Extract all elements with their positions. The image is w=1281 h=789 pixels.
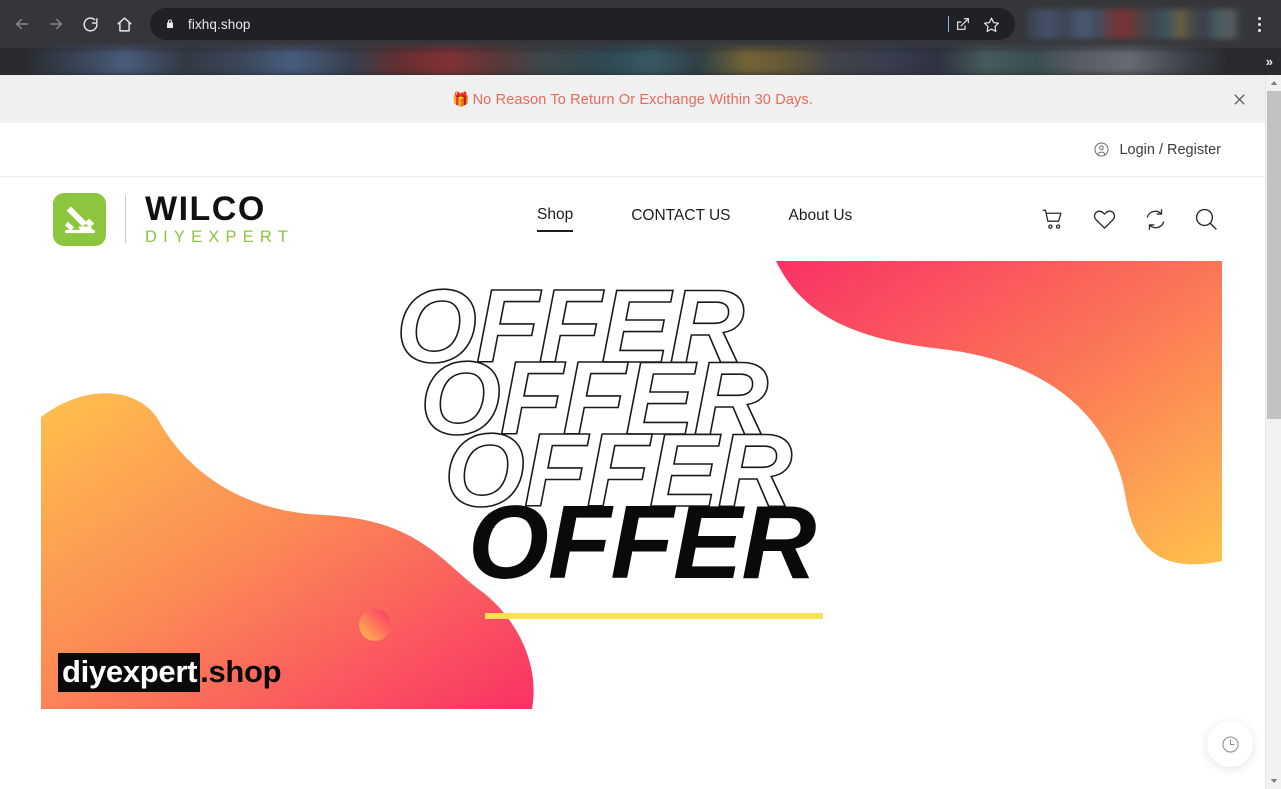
main-navigation: Shop CONTACT US About Us bbox=[537, 206, 852, 232]
offer-underline-bar bbox=[485, 613, 823, 619]
hero-brand-name: diyexpert bbox=[58, 653, 201, 693]
forward-arrow-icon bbox=[50, 18, 62, 30]
site-logo[interactable]: WILCO DIYEXPERT bbox=[53, 189, 295, 247]
forward-button[interactable] bbox=[40, 8, 72, 40]
browser-toolbar: fixhq.shop bbox=[0, 0, 1281, 48]
page-viewport: 🎁 No Reason To Return Or Exchange Within … bbox=[0, 75, 1281, 789]
login-register-link[interactable]: Login / Register bbox=[1093, 141, 1221, 158]
offer-word-4: OFFER bbox=[468, 485, 816, 601]
close-icon bbox=[1234, 94, 1244, 104]
promo-message: No Reason To Return Or Exchange Within 3… bbox=[472, 91, 814, 108]
search-button[interactable] bbox=[1191, 204, 1221, 234]
bookmarks-blurred bbox=[30, 48, 1225, 75]
extensions-area-blurred bbox=[1027, 9, 1239, 39]
website-content: 🎁 No Reason To Return Or Exchange Within … bbox=[0, 75, 1265, 789]
cart-button[interactable] bbox=[1038, 204, 1068, 234]
promo-banner-text: 🎁 No Reason To Return Or Exchange Within … bbox=[452, 91, 813, 108]
site-header: WILCO DIYEXPERT Shop CONTACT US About Us bbox=[0, 177, 1265, 261]
home-icon bbox=[116, 16, 132, 32]
clock-history-icon bbox=[1221, 735, 1239, 753]
promo-banner: 🎁 No Reason To Return Or Exchange Within … bbox=[0, 75, 1265, 123]
account-bar: Login / Register bbox=[0, 123, 1265, 177]
scrollbar-up-arrow[interactable] bbox=[1266, 75, 1281, 91]
wishlist-button[interactable] bbox=[1089, 204, 1119, 234]
bookmarks-bar: » bbox=[0, 48, 1281, 75]
hero-section-wrapper: OFFER OFFER OFFER OFFER diyexpert.shop bbox=[0, 261, 1265, 709]
logo-mark-excavator-icon bbox=[53, 192, 106, 246]
reload-button[interactable] bbox=[74, 8, 106, 40]
bookmarks-overflow-button[interactable]: » bbox=[1266, 48, 1273, 75]
compare-refresh-icon bbox=[1146, 208, 1164, 230]
header-icon-group bbox=[1038, 204, 1221, 234]
hero-brand-tag: diyexpert.shop bbox=[58, 652, 282, 693]
cart-icon bbox=[1042, 209, 1062, 229]
gift-icon: 🎁 bbox=[451, 90, 470, 107]
recently-viewed-button[interactable] bbox=[1207, 721, 1253, 767]
logo-wordmark: WILCO DIYEXPERT bbox=[145, 189, 295, 247]
search-icon bbox=[1195, 208, 1217, 230]
browser-chrome: fixhq.shop » bbox=[0, 0, 1281, 75]
compare-button[interactable] bbox=[1140, 204, 1170, 234]
home-button[interactable] bbox=[108, 8, 140, 40]
promo-close-button[interactable] bbox=[1227, 87, 1251, 111]
heart-icon bbox=[1093, 210, 1115, 229]
share-icon[interactable] bbox=[949, 10, 977, 38]
nav-item-contact-us[interactable]: CONTACT US bbox=[631, 207, 730, 231]
logo-brand-name: WILCO bbox=[145, 189, 266, 228]
lock-icon bbox=[164, 18, 176, 30]
page-scrollbar[interactable] bbox=[1265, 75, 1281, 789]
bookmark-star-icon[interactable] bbox=[977, 10, 1005, 38]
hero-banner[interactable]: OFFER OFFER OFFER OFFER diyexpert.shop bbox=[41, 261, 1222, 709]
nav-item-shop[interactable]: Shop bbox=[537, 206, 574, 232]
logo-tagline: DIYEXPERT bbox=[145, 228, 295, 247]
address-bar[interactable]: fixhq.shop bbox=[150, 8, 1015, 40]
user-account-icon bbox=[1094, 142, 1109, 157]
back-button[interactable] bbox=[6, 8, 38, 40]
scrollbar-thumb[interactable] bbox=[1267, 91, 1281, 419]
logo-divider bbox=[125, 195, 126, 243]
hero-brand-domain: .shop bbox=[200, 654, 282, 690]
login-register-label: Login / Register bbox=[1119, 141, 1221, 158]
address-bar-text: fixhq.shop bbox=[188, 16, 251, 32]
scrollbar-down-arrow[interactable] bbox=[1266, 773, 1281, 789]
browser-menu-button[interactable] bbox=[1245, 8, 1273, 40]
offer-text-stack: OFFER OFFER OFFER OFFER bbox=[358, 265, 878, 635]
nav-item-about-us[interactable]: About Us bbox=[789, 207, 853, 231]
back-arrow-icon bbox=[16, 18, 28, 30]
reload-icon bbox=[82, 16, 98, 32]
